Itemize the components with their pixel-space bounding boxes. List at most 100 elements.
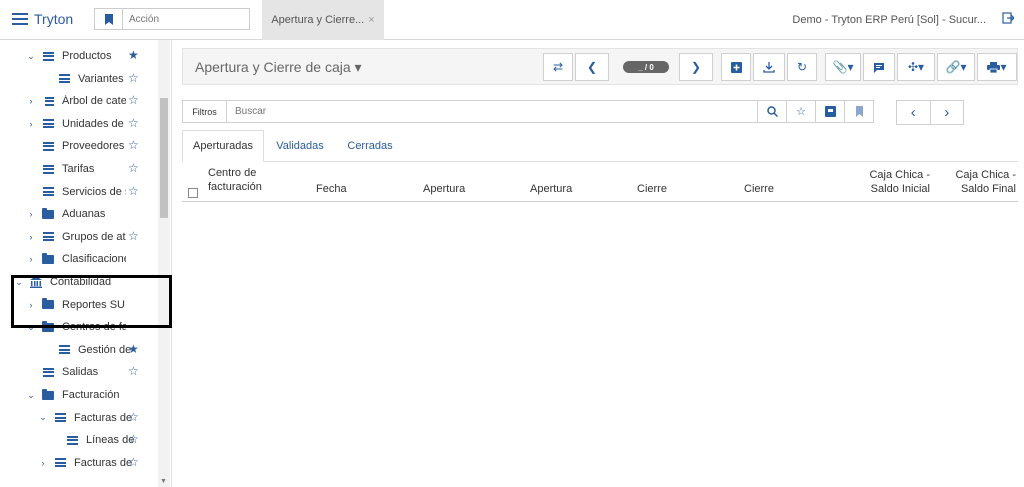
sidebar-item[interactable]: Salidas <box>26 361 126 383</box>
column-header[interactable]: Caja Chica - Saldo Final <box>944 168 1016 196</box>
chevron-right-icon[interactable]: › <box>26 96 36 106</box>
sidebar-item[interactable]: › Aduanas <box>26 203 126 225</box>
tab-validadas[interactable]: Validadas <box>268 130 332 162</box>
search-input[interactable] <box>227 101 757 122</box>
list-icon <box>42 118 54 130</box>
sidebar-item[interactable]: › Facturas de <box>38 452 138 474</box>
next-record-button[interactable]: ❯ <box>679 53 713 81</box>
chevron-down-icon[interactable]: ⌄ <box>26 51 36 62</box>
star-filled-icon[interactable]: ★ <box>128 342 139 356</box>
tab-aperturadas[interactable]: Aperturadas <box>182 130 264 162</box>
switch-view-button[interactable]: ⇄ <box>543 53 573 81</box>
bookmark-icon[interactable] <box>95 9 123 29</box>
star-outline-icon[interactable]: ☆ <box>128 364 139 378</box>
previous-page-button[interactable]: ‹ <box>897 101 931 124</box>
sidebar-item[interactable]: Gestión de <box>42 339 142 361</box>
list-icon <box>58 344 70 356</box>
previous-record-button[interactable]: ❮ <box>575 53 609 81</box>
list-icon <box>66 434 78 446</box>
print-button[interactable]: ▾ <box>977 53 1017 81</box>
save-filter-icon[interactable] <box>815 101 844 122</box>
sidebar-item[interactable]: › Árbol de categ <box>26 90 127 112</box>
filters-button[interactable]: Filtros <box>183 101 227 122</box>
select-all-checkbox[interactable] <box>188 188 198 198</box>
column-header[interactable]: Apertura <box>423 182 465 196</box>
sidebar-item[interactable]: › Grupos de atri <box>26 226 127 248</box>
chevron-right-icon[interactable]: › <box>26 119 36 129</box>
sidebar-item[interactable]: › Clasificaciones <box>26 248 126 270</box>
form-title[interactable]: Apertura y Cierre de caja ▾ <box>195 59 362 76</box>
tab-cerradas[interactable]: Cerradas <box>340 130 400 162</box>
folder-icon <box>42 252 54 265</box>
sidebar-item[interactable]: ⌄ Productos <box>26 45 126 67</box>
sidebar-item-label: Proveedores <box>62 140 125 153</box>
folder-icon <box>42 207 54 220</box>
star-outline-icon[interactable]: ☆ <box>128 410 139 424</box>
sidebar-item-label: Aduanas <box>62 208 106 221</box>
column-header[interactable]: Fecha <box>316 182 347 196</box>
star-icon[interactable]: ☆ <box>786 101 815 122</box>
star-outline-icon[interactable]: ☆ <box>128 455 139 469</box>
sidebar-item[interactable]: ⌄ Facturas de <box>38 407 138 429</box>
logout-icon[interactable] <box>1002 12 1016 26</box>
sidebar-item-label: Grupos de atri <box>62 230 126 243</box>
search-icon[interactable] <box>757 101 786 122</box>
sidebar-item[interactable]: › Unidades de m <box>26 113 127 135</box>
chevron-down-icon[interactable]: ⌄ <box>38 412 48 423</box>
star-outline-icon[interactable]: ☆ <box>128 184 139 198</box>
sidebar-item-label: Servicios de s <box>62 185 126 198</box>
action-input[interactable] <box>123 13 243 25</box>
list-icon <box>42 163 54 175</box>
relate-button[interactable]: 🔗▾ <box>937 53 975 81</box>
column-header[interactable]: Apertura <box>530 182 572 196</box>
save-button[interactable] <box>753 53 785 81</box>
reload-button[interactable]: ↻ <box>787 53 817 81</box>
list-icon <box>54 412 66 424</box>
action-button[interactable]: ✣▾ <box>897 53 935 81</box>
scroll-thumb[interactable] <box>160 98 168 218</box>
chevron-right-icon[interactable]: › <box>26 254 36 264</box>
sidebar-item[interactable]: Variantes <box>42 68 142 90</box>
note-button[interactable] <box>863 53 895 81</box>
close-icon[interactable]: × <box>368 14 374 26</box>
list-icon <box>58 73 70 85</box>
column-header[interactable]: Cierre <box>744 182 774 196</box>
sidebar-item[interactable]: Tarifas <box>26 158 126 180</box>
star-outline-icon[interactable]: ☆ <box>128 93 139 107</box>
action-search[interactable] <box>94 8 250 30</box>
chevron-right-icon[interactable]: › <box>38 458 48 468</box>
attachment-button[interactable]: 📎▾ <box>825 53 861 81</box>
brand[interactable]: Tryton <box>12 11 73 27</box>
sidebar-scrollbar[interactable]: ▼ <box>158 40 170 487</box>
sidebar-item-label: Líneas de <box>86 434 135 447</box>
star-outline-icon[interactable]: ☆ <box>128 432 139 446</box>
highlight-box <box>11 275 172 328</box>
sidebar-item-label: Clasificaciones <box>62 253 126 266</box>
open-tab[interactable]: Apertura y Cierre... × <box>262 0 384 40</box>
chevron-right-icon[interactable]: › <box>26 232 36 242</box>
column-header[interactable]: Cierre <box>637 182 667 196</box>
bookmark-filter-icon[interactable] <box>844 101 873 122</box>
hamburger-icon[interactable] <box>12 13 28 25</box>
next-page-button[interactable]: › <box>931 101 964 124</box>
star-filled-icon[interactable]: ★ <box>128 48 139 62</box>
chevron-right-icon[interactable]: › <box>26 209 36 219</box>
scroll-down-icon[interactable]: ▼ <box>160 478 167 485</box>
folder-icon <box>42 388 54 401</box>
filter-bar: Filtros ☆ <box>182 100 874 123</box>
star-outline-icon[interactable]: ☆ <box>128 71 139 85</box>
chevron-down-icon[interactable]: ⌄ <box>26 390 36 401</box>
app-title: Tryton <box>34 11 74 27</box>
new-record-button[interactable] <box>721 53 751 81</box>
sidebar-item[interactable]: ⌄ Facturación <box>26 384 126 406</box>
column-header[interactable]: Caja Chica - Saldo Inicial <box>858 168 930 196</box>
star-outline-icon[interactable]: ☆ <box>128 116 139 130</box>
company-name[interactable]: Demo - Tryton ERP Perú [Sol] - Sucur... <box>792 14 986 26</box>
sidebar-item[interactable]: Servicios de s <box>26 181 126 203</box>
column-header[interactable]: Centro de facturación <box>208 166 262 194</box>
star-outline-icon[interactable]: ☆ <box>128 161 139 175</box>
star-outline-icon[interactable]: ☆ <box>128 138 139 152</box>
sidebar-item[interactable]: Proveedores <box>26 135 126 157</box>
tab-bar: Aperturadas Validadas Cerradas <box>182 130 1018 162</box>
star-outline-icon[interactable]: ☆ <box>128 229 139 243</box>
